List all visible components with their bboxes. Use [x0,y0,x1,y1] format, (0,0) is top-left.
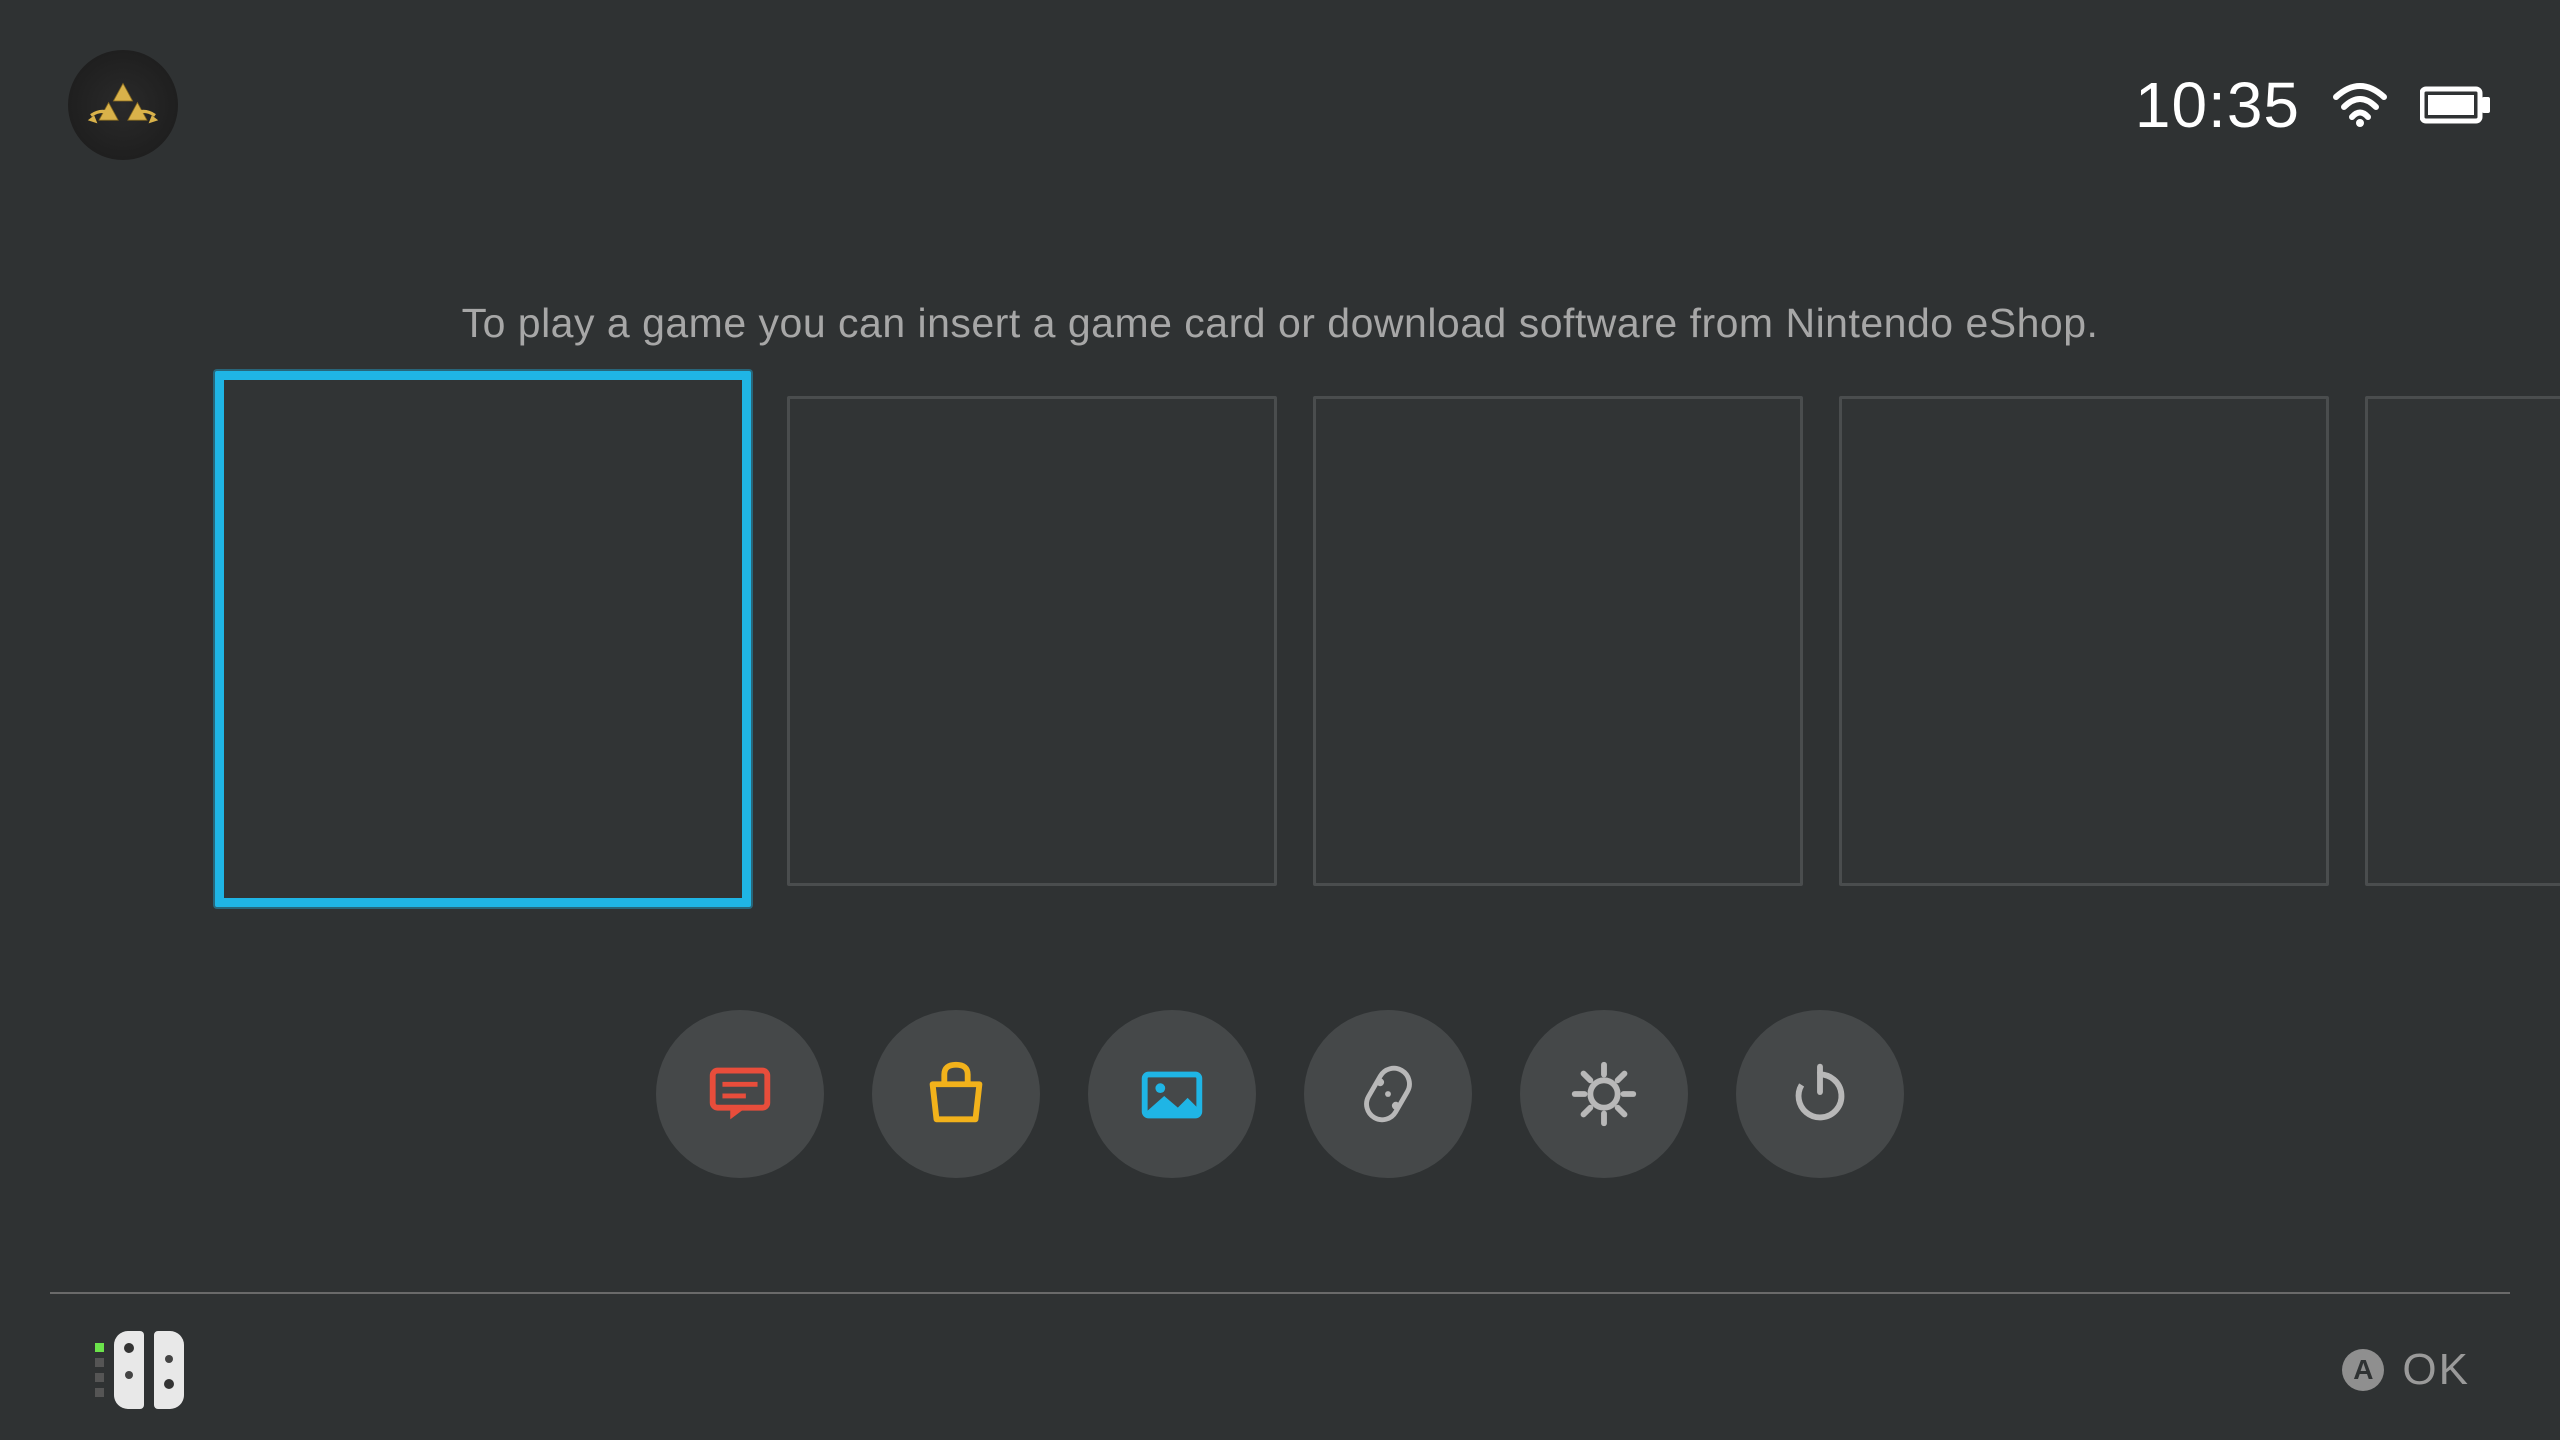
controller-indicator[interactable] [95,1331,184,1409]
ok-prompt: A OK [2342,1345,2470,1395]
wifi-icon [2332,83,2388,127]
game-tile[interactable] [1839,396,2329,886]
game-tile-selected[interactable] [215,371,751,907]
game-tile[interactable] [2365,396,2560,886]
footer-divider [50,1292,2510,1294]
power-button[interactable] [1736,1010,1904,1178]
news-icon [701,1055,779,1133]
joycon-left-icon [114,1331,144,1409]
player-number-indicator [95,1343,104,1397]
settings-icon [1565,1055,1643,1133]
news-button[interactable] [656,1010,824,1178]
clock: 10:35 [2135,68,2300,142]
a-button-icon: A [2342,1349,2384,1391]
eshop-button[interactable] [872,1010,1040,1178]
triforce-icon [83,75,163,135]
album-button[interactable] [1088,1010,1256,1178]
album-icon [1133,1055,1211,1133]
footer-bar: A OK [0,1300,2560,1440]
status-area: 10:35 [2135,68,2492,142]
ok-label: OK [2402,1345,2470,1395]
top-bar: 10:35 [0,0,2560,190]
controllers-icon [1349,1055,1427,1133]
hint-text: To play a game you can insert a game car… [0,300,2560,347]
settings-button[interactable] [1520,1010,1688,1178]
game-tile[interactable] [787,396,1277,886]
user-avatar[interactable] [68,50,178,160]
controllers-button[interactable] [1304,1010,1472,1178]
game-tile[interactable] [1313,396,1803,886]
system-menu [656,1010,1904,1178]
battery-icon [2420,85,2492,125]
power-icon [1781,1055,1859,1133]
joycon-right-icon [154,1331,184,1409]
eshop-icon [917,1055,995,1133]
game-tiles-row [215,375,2560,907]
